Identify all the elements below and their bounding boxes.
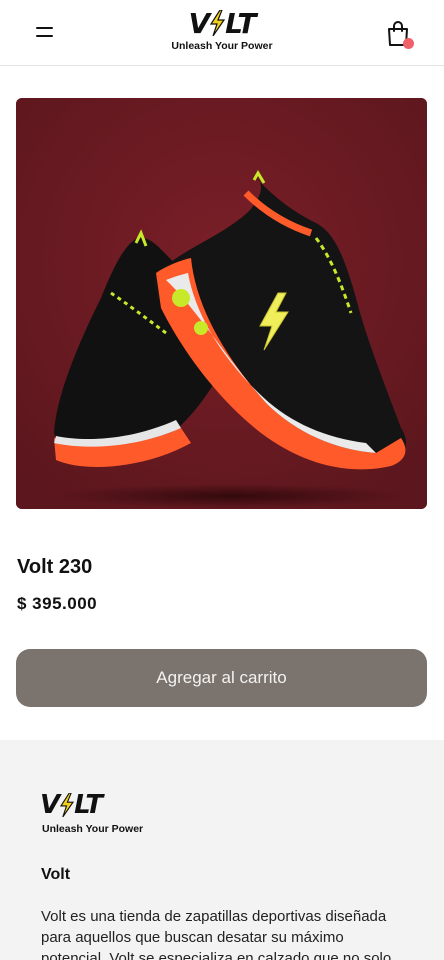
sneaker-image [16, 98, 427, 509]
footer-description: Volt es una tienda de zapatillas deporti… [41, 908, 392, 960]
site-footer: V LT Unleash Your Power Volt Volt es una… [0, 740, 444, 960]
menu-line [36, 35, 53, 37]
brand-logo[interactable]: V LT Unleash Your Power [162, 7, 282, 57]
add-to-cart-button[interactable]: Agregar al carrito [16, 649, 427, 707]
logo-letter-v: V [40, 790, 60, 820]
logo-letters-lt: LT [74, 790, 103, 820]
site-header: V LT Unleash Your Power [0, 0, 444, 66]
lightning-bolt-icon [60, 793, 75, 817]
logo-letters-lt: LT [225, 6, 256, 40]
footer-title: Volt [41, 866, 71, 883]
lightning-bolt-icon [210, 10, 226, 36]
product-name: Volt 230 [17, 556, 93, 578]
logo-wordmark: V LT [162, 6, 282, 40]
cart-button[interactable] [385, 20, 415, 50]
footer-logo-wordmark: V LT [40, 790, 148, 820]
cart-badge [403, 38, 414, 49]
product-price: $ 395.000 [17, 594, 98, 613]
footer-logo-tagline: Unleash Your Power [42, 823, 144, 835]
footer-brand-logo[interactable]: V LT Unleash Your Power [40, 790, 148, 838]
logo-letter-v: V [188, 6, 211, 40]
menu-line [36, 27, 53, 29]
product-image[interactable] [16, 98, 427, 509]
hamburger-menu-icon[interactable] [33, 24, 57, 42]
logo-tagline: Unleash Your Power [171, 40, 273, 52]
